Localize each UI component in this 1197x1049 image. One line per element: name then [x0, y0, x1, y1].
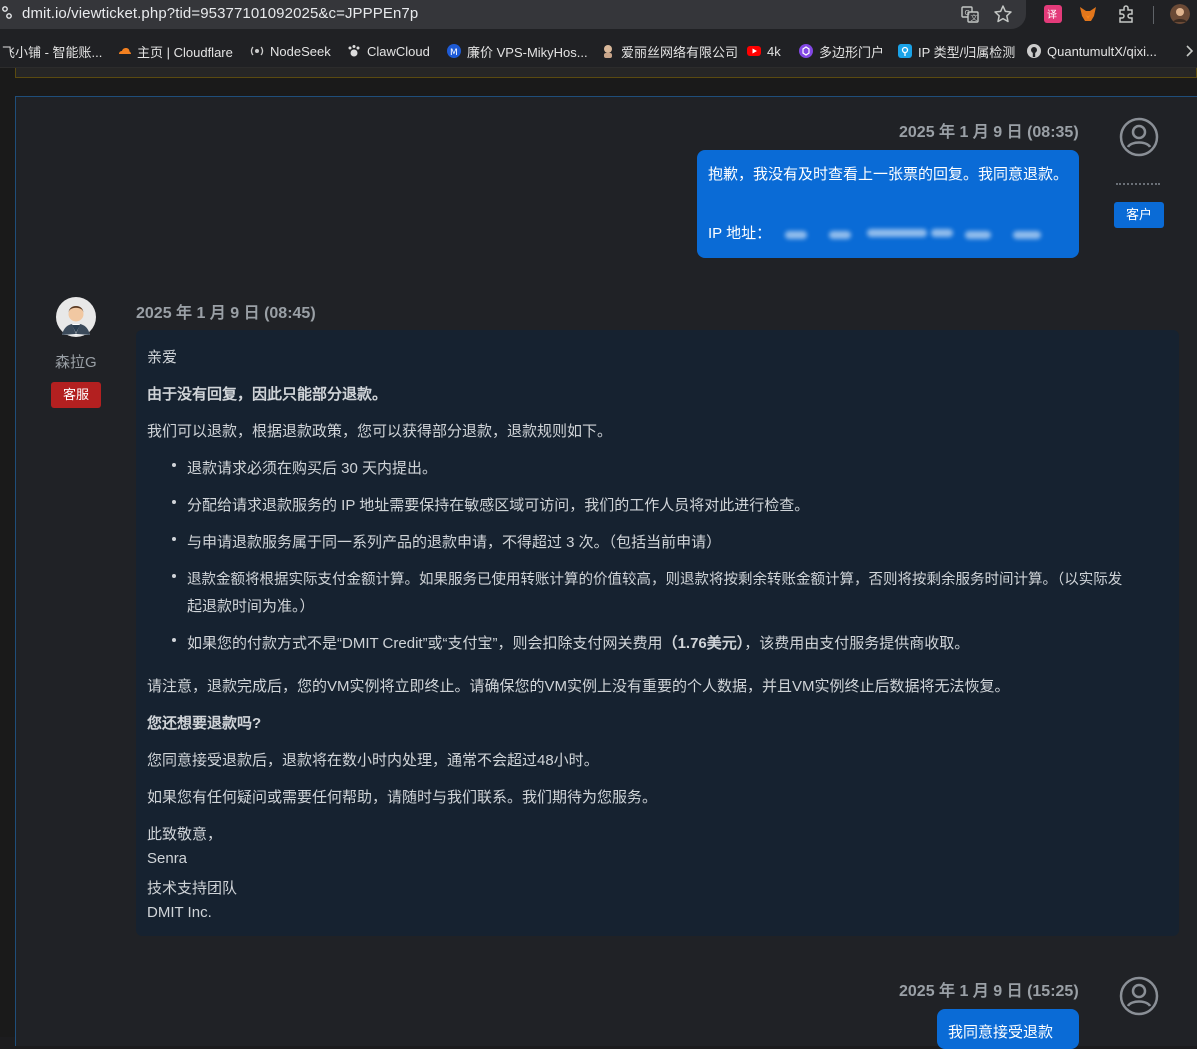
bookmark-label: QuantumultX/qixi...: [1047, 43, 1157, 59]
extension-translate-icon[interactable]: 译: [1043, 4, 1063, 24]
list-bullet: [172, 500, 176, 504]
contact-info: 如果您有任何疑问或需要任何帮助，请随时与我们联系。我们期待为您服务。: [147, 789, 658, 806]
client-avatar-icon: [1119, 976, 1159, 1016]
metamask-fox-icon[interactable]: [1078, 4, 1098, 24]
refund-rule: 退款金额将根据实际支付金额计算。如果服务已使用转账计算的价值较高，则退款将按剩余…: [187, 572, 1123, 588]
bookmark-label: 多边形门户: [819, 44, 885, 60]
youtube-icon: [747, 46, 761, 56]
profile-avatar-icon[interactable]: [1170, 4, 1190, 24]
svg-text:M: M: [450, 48, 458, 58]
redacted-ip: [785, 231, 807, 239]
cloudflare-icon: [119, 48, 131, 54]
browser-toolbar: dmit.io/viewticket.php?tid=9537710109202…: [0, 0, 1197, 30]
list-bullet: [172, 537, 176, 541]
greeting: 亲爱: [147, 349, 178, 366]
termination-notice: 请注意，退款完成后，您的VM实例将立即终止。请确保您的VM实例上没有重要的个人数…: [147, 678, 1010, 695]
svg-text:文: 文: [971, 13, 978, 22]
signoff-name: Senra: [147, 850, 188, 867]
redacted-ip: [1013, 231, 1041, 239]
nodeseek-icon: [250, 46, 264, 56]
signoff-company: DMIT Inc.: [147, 904, 212, 921]
bookmark-item[interactable]: 多边形门户: [799, 42, 884, 60]
location-icon: [898, 44, 912, 58]
message-text: 我同意接受退款: [948, 1024, 1054, 1041]
bookmark-item[interactable]: 爱丽丝网络有限公司: [601, 42, 738, 60]
refund-rule: 退款请求必须在购买后 30 天内提出。: [187, 460, 438, 477]
processing-info: 您同意接受退款后，退款将在数小时内处理，通常不会超过48小时。: [147, 752, 599, 769]
bookmark-item[interactable]: IP 类型/归属检测: [898, 42, 1015, 60]
toolbar-divider: [1153, 6, 1154, 24]
refund-rule-continued: 起退款时间为准。）: [187, 598, 315, 615]
svg-text:G: G: [965, 9, 970, 17]
fee-amount: （1.76美元）: [662, 635, 745, 652]
site-info-icon[interactable]: [2, 6, 12, 20]
bookmarks-bar: 飞小铺 - 智能账... 主页 | Cloudflare NodeSeek Cl…: [0, 30, 1197, 68]
client-avatar-icon: [1119, 117, 1159, 157]
bookmark-item[interactable]: QuantumultX/qixi...: [1027, 42, 1157, 60]
bookmark-item[interactable]: M 廉价 VPS-MikyHos...: [447, 42, 588, 60]
staff-message-card: 亲爱 由于没有回复，因此只能部分退款。 我们可以退款，根据退款政策，您可以获得部…: [136, 330, 1179, 936]
staff-avatar: [56, 297, 96, 337]
signoff-line: 此致敬意，: [147, 826, 223, 843]
translate-icon[interactable]: G 文: [960, 4, 980, 24]
message-timestamp: 2025 年 1 月 9 日 (08:35): [899, 124, 1079, 141]
polygon-icon: [799, 44, 813, 58]
list-bullet: [172, 463, 176, 467]
extensions-puzzle-icon[interactable]: [1116, 4, 1136, 24]
refund-question: 您还想要退款吗?: [147, 715, 262, 732]
bookmark-item[interactable]: NodeSeek: [250, 42, 331, 60]
staff-role-badge: 客服: [51, 382, 101, 408]
url-text[interactable]: dmit.io/viewticket.php?tid=9537710109202…: [22, 5, 418, 22]
bookmark-label: 爱丽丝网络有限公司: [621, 44, 739, 60]
message-text: 抱歉，我没有及时查看上一张票的回复。我同意退款。: [708, 166, 1069, 183]
github-icon: [1027, 44, 1041, 58]
signoff-team: 技术支持团队: [147, 880, 238, 897]
redacted-ip: [829, 231, 851, 239]
client-message-bubble: 我同意接受退款: [937, 1009, 1079, 1049]
redacted-ip: [965, 231, 991, 239]
ip-address-label: IP 地址：: [708, 225, 772, 242]
bookmark-item[interactable]: ClawCloud: [347, 42, 430, 60]
bookmark-label: 廉价 VPS-MikyHos...: [467, 44, 588, 60]
bookmark-label: 4k: [767, 43, 781, 59]
client-name-redacted: [1116, 183, 1160, 185]
redacted-ip: [867, 229, 927, 237]
refund-heading: 由于没有回复，因此只能部分退款。: [147, 386, 388, 403]
bookmark-label: ClawCloud: [367, 43, 430, 59]
fee-rule-text: 如果您的付款方式不是“DMIT Credit”或“支付宝”，则会扣除支付网关费用: [187, 635, 663, 652]
alice-icon: [604, 45, 612, 58]
redacted-ip: [931, 229, 953, 237]
bookmark-item[interactable]: 4k: [747, 42, 781, 60]
bookmark-label: IP 类型/归属检测: [918, 44, 1016, 60]
mikyhost-icon: M: [447, 44, 461, 58]
bookmark-star-icon[interactable]: [993, 4, 1013, 24]
fee-rule-text: ，该费用由支付服务提供商收取。: [744, 635, 970, 652]
bookmark-item[interactable]: 飞小铺 - 智能账...: [2, 42, 102, 60]
refund-intro: 我们可以退款，根据退款政策，您可以获得部分退款，退款规则如下。: [147, 423, 613, 440]
client-message-bubble: 抱歉，我没有及时查看上一张票的回复。我同意退款。 IP 地址：: [697, 150, 1079, 258]
bookmark-label: 主页 | Cloudflare: [137, 44, 233, 60]
bookmark-label: NodeSeek: [270, 43, 331, 59]
notice-banner-edge: [15, 68, 1197, 78]
refund-rule: 分配给请求退款服务的 IP 地址需要保持在敏感区域可访问，我们的工作人员将对此进…: [187, 497, 810, 514]
refund-rule: 与申请退款服务属于同一系列产品的退款申请，不得超过 3 次。（包括当前申请）: [187, 534, 722, 551]
message-timestamp: 2025 年 1 月 9 日 (08:45): [136, 305, 316, 322]
refund-rule-fee: 如果您的付款方式不是“DMIT Credit”或“支付宝”，则会扣除支付网关费用…: [187, 632, 969, 653]
staff-name: 森拉G: [55, 354, 97, 371]
bookmark-label: 飞小铺 - 智能账...: [2, 44, 103, 60]
list-bullet: [172, 638, 176, 642]
message-timestamp: 2025 年 1 月 9 日 (15:25): [899, 983, 1079, 1000]
client-role-badge: 客户: [1114, 202, 1164, 228]
bookmarks-overflow-chevron-icon[interactable]: [1183, 44, 1197, 58]
clawcloud-icon: [348, 45, 360, 57]
svg-text:译: 译: [1047, 9, 1057, 21]
address-bar[interactable]: dmit.io/viewticket.php?tid=9537710109202…: [0, 0, 1026, 29]
bookmark-item[interactable]: 主页 | Cloudflare: [117, 42, 233, 60]
list-bullet: [172, 574, 176, 578]
